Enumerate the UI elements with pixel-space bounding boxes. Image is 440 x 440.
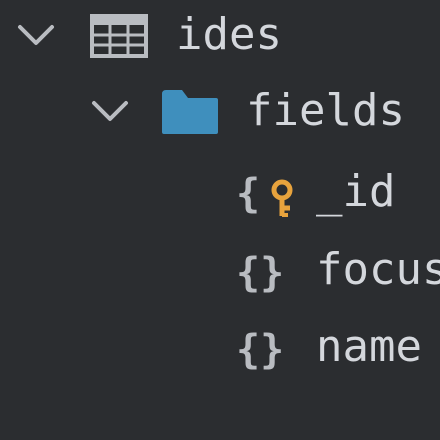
chevron-down-icon[interactable]: [14, 13, 58, 57]
svg-text:{}: {}: [236, 327, 284, 372]
tree-node-label: _id: [316, 166, 396, 217]
tree-node-label: fields: [246, 85, 405, 136]
tree-node-fields[interactable]: fields: [0, 76, 440, 146]
tree-node-label: focus: [316, 244, 440, 295]
table-icon: [90, 14, 148, 58]
schema-tree: ides fields { _id {} focus {} name: [0, 0, 440, 440]
tree-node-label: ides: [176, 9, 282, 60]
field-key-icon: {: [236, 170, 302, 218]
tree-node-focus[interactable]: {} focus: [0, 235, 440, 305]
field-icon: {}: [236, 249, 292, 295]
tree-node-label: name: [316, 321, 422, 372]
tree-node-ides[interactable]: ides: [0, 0, 440, 70]
svg-text:{: {: [236, 171, 260, 217]
svg-text:{}: {}: [236, 250, 284, 295]
chevron-down-icon[interactable]: [88, 89, 132, 133]
tree-node-name[interactable]: {} name: [0, 312, 440, 382]
field-icon: {}: [236, 326, 292, 372]
tree-node-id[interactable]: { _id: [0, 157, 440, 227]
folder-icon: [160, 88, 220, 136]
